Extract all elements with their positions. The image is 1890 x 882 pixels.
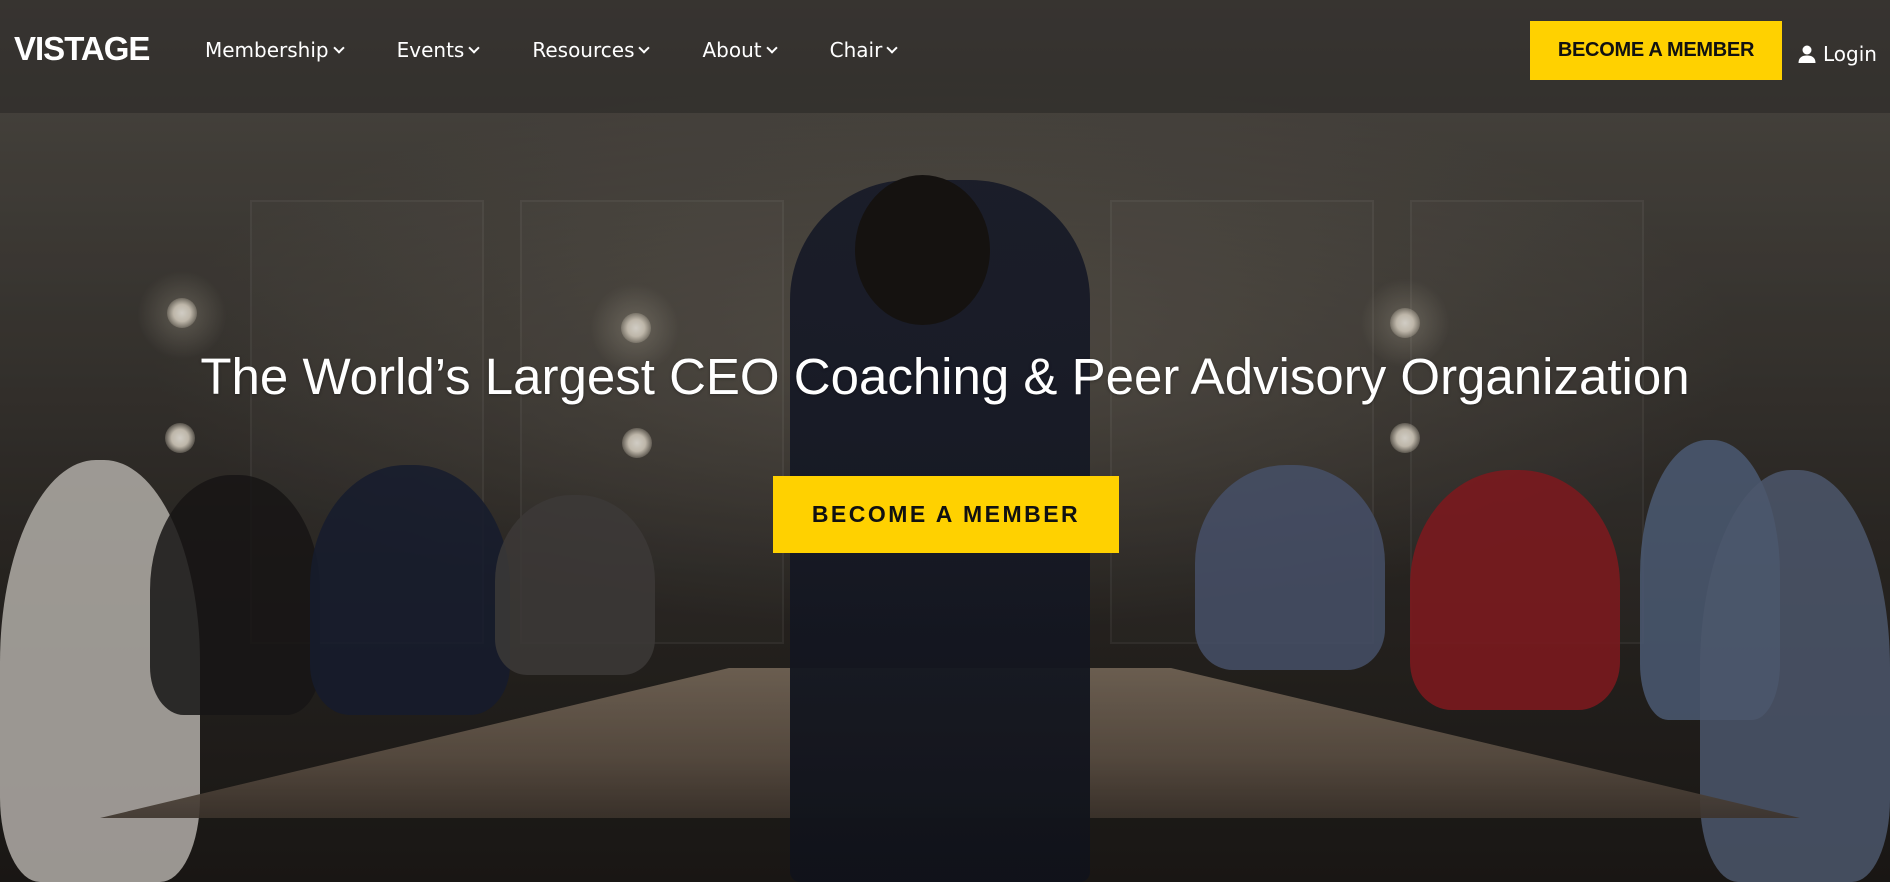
nav-item-about[interactable]: About	[702, 38, 778, 62]
vistage-logo[interactable]: VISTAGE	[14, 30, 150, 68]
site-header: VISTAGE Membership Events Resources Abou…	[0, 0, 1890, 113]
chevron-down-icon	[468, 42, 481, 54]
nav-item-label: About	[702, 38, 762, 62]
user-icon	[1798, 45, 1816, 63]
chevron-down-icon	[886, 42, 898, 54]
hero-title: The World’s Largest CEO Coaching & Peer …	[200, 348, 1690, 405]
login-label: Login	[1823, 42, 1877, 66]
become-member-hero-button[interactable]: BECOME A MEMBER	[773, 476, 1119, 553]
chevron-down-icon	[332, 42, 345, 54]
nav-item-label: Resources	[532, 38, 635, 62]
hero-background-image	[0, 0, 1890, 882]
chevron-down-icon	[638, 42, 651, 54]
nav-item-events[interactable]: Events	[396, 38, 481, 62]
become-member-header-button[interactable]: BECOME A MEMBER	[1530, 21, 1782, 80]
login-link[interactable]: Login	[1797, 42, 1877, 66]
main-nav: Membership Events Resources About Chair	[205, 38, 950, 62]
nav-item-label: Membership	[205, 38, 329, 62]
nav-item-label: Chair	[829, 38, 883, 62]
nav-item-chair[interactable]: Chair	[829, 38, 898, 62]
chevron-down-icon	[765, 42, 778, 54]
hero-overlay	[0, 0, 1890, 882]
nav-item-membership[interactable]: Membership	[205, 38, 345, 62]
nav-item-resources[interactable]: Resources	[532, 38, 651, 62]
nav-item-label: Events	[396, 38, 465, 62]
page: VISTAGE Membership Events Resources Abou…	[0, 0, 1890, 882]
